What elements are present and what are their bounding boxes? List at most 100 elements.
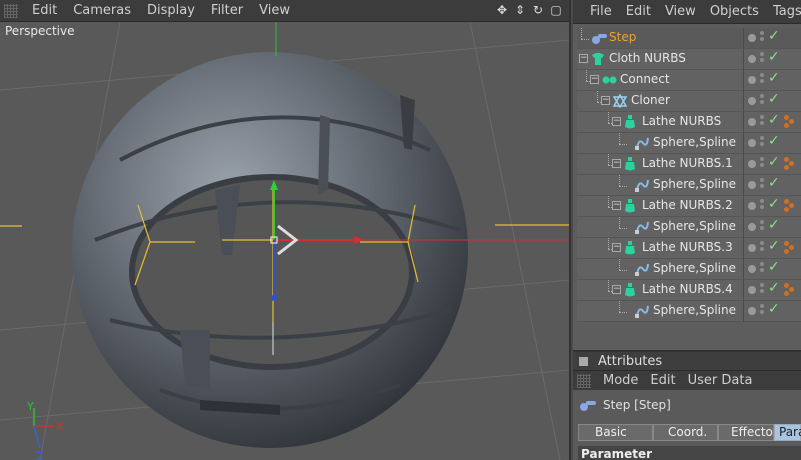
om-menu-objects[interactable]: Objects bbox=[703, 4, 766, 19]
object-row[interactable]: − Lathe NURBS.4 ✓ bbox=[577, 280, 801, 301]
object-row[interactable]: − Lathe NURBS.3 ✓ bbox=[577, 238, 801, 259]
object-list[interactable]: Step ✓ − Cloth NURBS ✓ − Connect ✓ − Cloner ✓ − Lath… bbox=[577, 28, 801, 322]
fold-toggle-icon[interactable]: − bbox=[612, 201, 621, 210]
scene-render[interactable]: Y X Z bbox=[0, 22, 571, 460]
visibility-dots-icon[interactable] bbox=[760, 241, 764, 255]
visibility-dots-icon[interactable] bbox=[760, 31, 764, 45]
tab-coord[interactable]: Coord. bbox=[653, 424, 718, 441]
enabled-check-icon[interactable]: ✓ bbox=[768, 154, 780, 170]
om-menu-view[interactable]: View bbox=[658, 4, 703, 19]
layer-dot-icon[interactable] bbox=[748, 181, 756, 189]
visibility-dots-icon[interactable] bbox=[760, 157, 764, 171]
object-row[interactable]: Sphere,Spline ✓ bbox=[577, 259, 801, 280]
visibility-dots-icon[interactable] bbox=[760, 283, 764, 297]
visibility-dots-icon[interactable] bbox=[760, 115, 764, 129]
viewport-menu-edit[interactable]: Edit bbox=[24, 3, 65, 18]
tag-icon[interactable] bbox=[784, 199, 796, 213]
panel-toggle-icon[interactable] bbox=[579, 356, 588, 366]
layer-dot-icon[interactable] bbox=[748, 76, 756, 84]
fold-toggle-icon[interactable]: − bbox=[579, 54, 588, 63]
enabled-check-icon[interactable]: ✓ bbox=[768, 112, 780, 128]
visibility-dots-icon[interactable] bbox=[760, 73, 764, 87]
visibility-dots-icon[interactable] bbox=[760, 304, 764, 318]
om-menu-edit[interactable]: Edit bbox=[619, 4, 658, 19]
attr-menu-user-data[interactable]: User Data bbox=[682, 373, 759, 388]
tab-parameter[interactable]: Para bbox=[774, 424, 801, 441]
layer-dot-icon[interactable] bbox=[748, 118, 756, 126]
attr-menu-mode[interactable]: Mode bbox=[597, 373, 644, 388]
tag-icon[interactable] bbox=[784, 283, 796, 297]
attributes-object-header: Step [Step] bbox=[573, 390, 801, 420]
layer-dot-icon[interactable] bbox=[748, 55, 756, 63]
object-row[interactable]: − Cloth NURBS ✓ bbox=[577, 49, 801, 70]
fold-toggle-icon[interactable]: − bbox=[612, 159, 621, 168]
visibility-dots-icon[interactable] bbox=[760, 94, 764, 108]
enabled-check-icon[interactable]: ✓ bbox=[768, 217, 780, 233]
tag-icon[interactable] bbox=[784, 157, 796, 171]
object-row[interactable]: Sphere,Spline ✓ bbox=[577, 217, 801, 238]
layer-dot-icon[interactable] bbox=[748, 34, 756, 42]
tag-icon[interactable] bbox=[784, 241, 796, 255]
layer-dot-icon[interactable] bbox=[748, 265, 756, 273]
maximize-icon[interactable]: ▢ bbox=[549, 3, 563, 17]
om-menu-file[interactable]: File bbox=[583, 4, 619, 19]
enabled-check-icon[interactable]: ✓ bbox=[768, 238, 780, 254]
object-name: Lathe NURBS.1 bbox=[642, 156, 733, 170]
viewport-menu-cameras[interactable]: Cameras bbox=[65, 3, 139, 18]
visibility-dots-icon[interactable] bbox=[760, 199, 764, 213]
object-flags: ✓ bbox=[743, 175, 801, 196]
viewport-menu-filter[interactable]: Filter bbox=[203, 3, 251, 18]
layer-dot-icon[interactable] bbox=[748, 97, 756, 105]
object-row[interactable]: − Lathe NURBS.1 ✓ bbox=[577, 154, 801, 175]
enabled-check-icon[interactable]: ✓ bbox=[768, 133, 780, 149]
layer-dot-icon[interactable] bbox=[748, 160, 756, 168]
visibility-dots-icon[interactable] bbox=[760, 52, 764, 66]
object-row[interactable]: Sphere,Spline ✓ bbox=[577, 175, 801, 196]
rotate-icon[interactable]: ↻ bbox=[531, 3, 545, 17]
fold-toggle-icon[interactable]: − bbox=[601, 96, 610, 105]
fold-toggle-icon[interactable]: − bbox=[612, 285, 621, 294]
object-row[interactable]: − Cloner ✓ bbox=[577, 91, 801, 112]
enabled-check-icon[interactable]: ✓ bbox=[768, 280, 780, 296]
layer-dot-icon[interactable] bbox=[748, 223, 756, 231]
viewport-menu-view[interactable]: View bbox=[251, 3, 298, 18]
layer-dot-icon[interactable] bbox=[748, 244, 756, 252]
enabled-check-icon[interactable]: ✓ bbox=[768, 70, 780, 86]
enabled-check-icon[interactable]: ✓ bbox=[768, 196, 780, 212]
layer-dot-icon[interactable] bbox=[748, 139, 756, 147]
perspective-viewport[interactable]: Edit Cameras Display Filter View ✥ ⇕ ↻ ▢ bbox=[0, 0, 571, 460]
object-row[interactable]: − Lathe NURBS.2 ✓ bbox=[577, 196, 801, 217]
tab-effector[interactable]: Effector bbox=[718, 424, 778, 441]
object-row[interactable]: − Lathe NURBS ✓ bbox=[577, 112, 801, 133]
grip-icon[interactable] bbox=[4, 3, 18, 18]
visibility-dots-icon[interactable] bbox=[760, 178, 764, 192]
attr-menu-edit[interactable]: Edit bbox=[644, 373, 681, 388]
enabled-check-icon[interactable]: ✓ bbox=[768, 259, 780, 275]
fold-toggle-icon[interactable]: − bbox=[590, 75, 599, 84]
tab-basic[interactable]: Basic bbox=[578, 424, 653, 441]
viewport-menu-display[interactable]: Display bbox=[139, 3, 203, 18]
object-row[interactable]: Sphere,Spline ✓ bbox=[577, 133, 801, 154]
enabled-check-icon[interactable]: ✓ bbox=[768, 301, 780, 317]
enabled-check-icon[interactable]: ✓ bbox=[768, 91, 780, 107]
layer-dot-icon[interactable] bbox=[748, 202, 756, 210]
move-icon[interactable]: ✥ bbox=[495, 3, 509, 17]
enabled-check-icon[interactable]: ✓ bbox=[768, 28, 780, 44]
visibility-dots-icon[interactable] bbox=[760, 136, 764, 150]
lathe-icon bbox=[624, 241, 638, 255]
tag-icon[interactable] bbox=[784, 115, 796, 129]
visibility-dots-icon[interactable] bbox=[760, 220, 764, 234]
fold-toggle-icon[interactable]: − bbox=[612, 243, 621, 252]
layer-dot-icon[interactable] bbox=[748, 307, 756, 315]
visibility-dots-icon[interactable] bbox=[760, 262, 764, 276]
enabled-check-icon[interactable]: ✓ bbox=[768, 175, 780, 191]
zoom-icon[interactable]: ⇕ bbox=[513, 3, 527, 17]
layer-dot-icon[interactable] bbox=[748, 286, 756, 294]
grip-icon[interactable] bbox=[577, 373, 591, 388]
om-menu-tags[interactable]: Tags bbox=[766, 4, 801, 19]
object-row[interactable]: Sphere,Spline ✓ bbox=[577, 301, 801, 322]
object-row[interactable]: − Connect ✓ bbox=[577, 70, 801, 91]
fold-toggle-icon[interactable]: − bbox=[612, 117, 621, 126]
object-row[interactable]: Step ✓ bbox=[577, 28, 801, 49]
enabled-check-icon[interactable]: ✓ bbox=[768, 49, 780, 65]
